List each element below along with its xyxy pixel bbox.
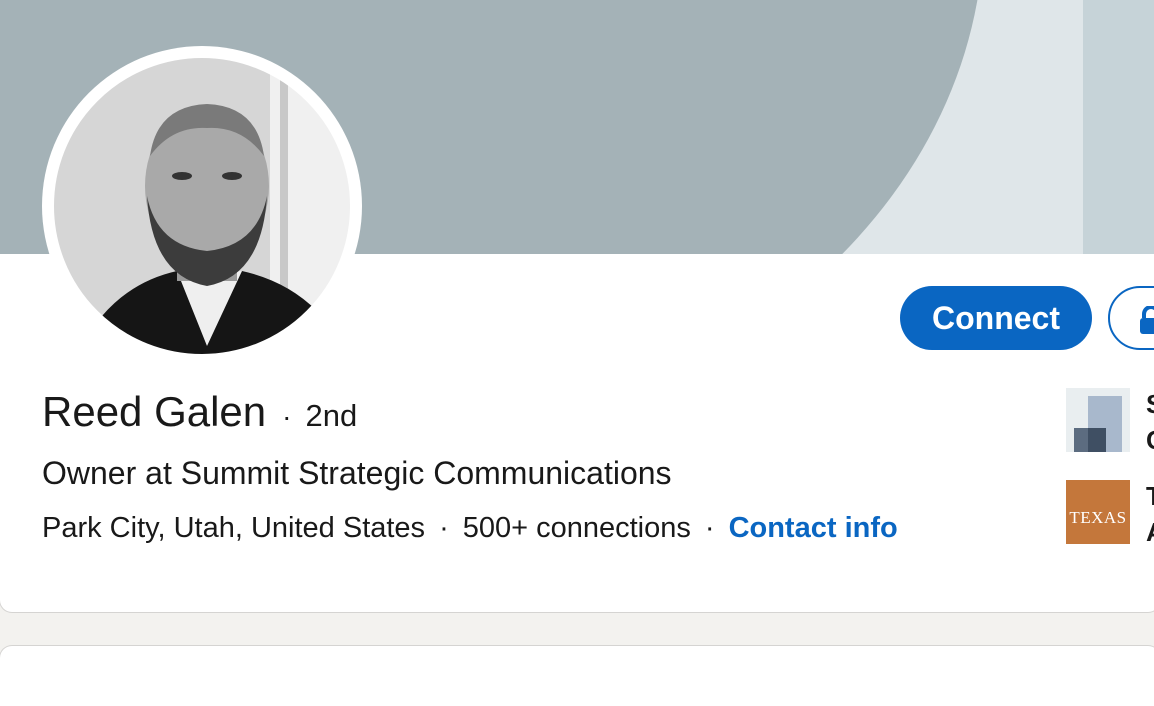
lock-icon xyxy=(1138,305,1154,339)
name-separator: · xyxy=(282,401,292,432)
meta-separator: · xyxy=(439,512,449,544)
texas-logo-text: TEXAS xyxy=(1069,508,1127,527)
school-name-line2: A xyxy=(1146,514,1154,550)
name-row: Reed Galen · 2nd xyxy=(42,388,357,436)
profile-location: Park City, Utah, United States xyxy=(42,512,426,544)
connect-button[interactable]: Connect xyxy=(900,286,1092,350)
connection-degree: 2nd xyxy=(305,398,358,433)
company-name-line2: C xyxy=(1146,422,1154,458)
avatar-photo xyxy=(46,50,358,362)
profile-avatar[interactable] xyxy=(42,46,362,366)
profile-meta: Park City, Utah, United States · 500+ co… xyxy=(42,512,898,545)
current-company-item[interactable]: S C xyxy=(1066,386,1154,455)
company-logo xyxy=(1066,388,1130,452)
contact-info-link[interactable]: Contact info xyxy=(729,512,898,545)
profile-name: Reed Galen xyxy=(42,388,267,435)
company-name: S xyxy=(1146,386,1154,422)
profile-headline: Owner at Summit Strategic Communications xyxy=(42,455,672,491)
meta-separator: · xyxy=(704,512,715,544)
school-name: T xyxy=(1146,481,1154,511)
next-section-card xyxy=(0,646,1154,706)
texas-logo: TEXAS xyxy=(1066,480,1130,544)
profile-card: Connect Reed Galen · 2nd Owner at Summit… xyxy=(0,0,1154,612)
banner-stripe xyxy=(1083,0,1154,254)
more-actions-button[interactable] xyxy=(1108,286,1154,350)
connections-count[interactable]: 500+ connections xyxy=(463,512,691,545)
education-item[interactable]: TEXAS T A xyxy=(1066,480,1154,547)
